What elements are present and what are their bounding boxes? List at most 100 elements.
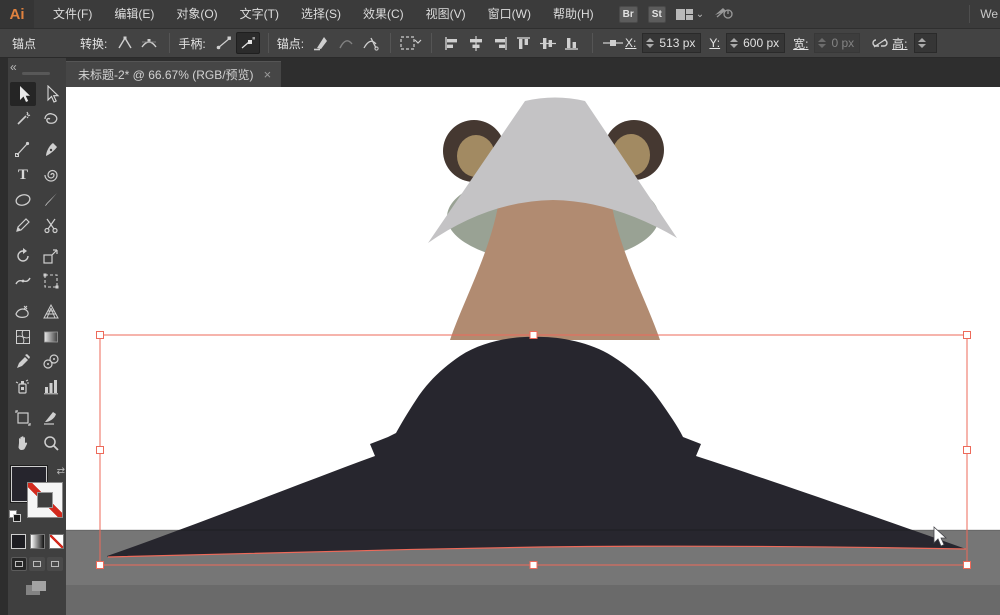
none-button[interactable] [49,534,64,549]
handle-mid-left[interactable] [97,447,104,454]
y-stepper[interactable] [730,38,738,48]
draw-inside-button[interactable] [47,557,63,571]
anchor-buttons-label: 锚点: [277,35,304,52]
draw-behind-button[interactable] [29,557,45,571]
x-stepper[interactable] [646,38,654,48]
free-transform-tool[interactable] [38,269,64,293]
hide-handles-button[interactable] [236,32,260,54]
y-input[interactable]: 600 px [726,33,785,53]
handle-mid-right[interactable] [964,447,971,454]
panel-grip[interactable] [22,72,50,75]
workspace-switcher-button[interactable]: ⌄ [676,9,704,20]
bridge-button[interactable]: Br [619,6,638,23]
align-middle-button[interactable] [536,32,560,54]
draw-normal-button[interactable] [11,557,27,571]
menu-window[interactable]: 窗口(W) [477,0,542,28]
direct-selection-arrow-icon [42,85,60,103]
menu-select[interactable]: 选择(S) [290,0,352,28]
stock-button[interactable]: St [648,6,666,23]
eyedropper-tool[interactable] [10,350,36,374]
x-label[interactable]: X: [625,36,636,50]
magic-wand-tool[interactable] [10,107,36,131]
bounding-box-menu-button[interactable] [399,32,423,54]
default-fill-stroke-icon[interactable] [9,510,21,522]
menu-effect[interactable]: 效果(C) [352,0,415,28]
align-left-button[interactable] [440,32,464,54]
cut-path-button[interactable] [358,32,382,54]
remove-anchor-button[interactable] [310,32,334,54]
workspace-name-label[interactable]: We [969,5,1000,23]
menu-help[interactable]: 帮助(H) [542,0,605,28]
align-right-button[interactable] [488,32,512,54]
gradient-button[interactable] [30,534,45,549]
shape-builder-tool[interactable] [10,300,36,324]
collapse-panel-icon[interactable]: « [10,60,17,74]
menu-items: 文件(F) 编辑(E) 对象(O) 文字(T) 选择(S) 效果(C) 视图(V… [42,0,605,28]
menu-file[interactable]: 文件(F) [42,0,103,28]
ellipse-tool[interactable] [10,188,36,212]
align-center-button[interactable] [464,32,488,54]
handle-bottom-left[interactable] [97,562,104,569]
column-graph-tool[interactable] [38,375,64,399]
handle-top-left[interactable] [97,332,104,339]
rotate-tool[interactable] [10,244,36,268]
handle-bottom-right[interactable] [964,562,971,569]
document-tab[interactable]: 未标题-2* @ 66.67% (RGB/预览) × [66,61,281,87]
selection-tool[interactable] [10,82,36,106]
convert-to-smooth-button[interactable] [137,32,161,54]
gradient-tool[interactable] [38,325,64,349]
align-bottom-button[interactable] [560,32,584,54]
handle-bottom-center[interactable] [530,562,537,569]
width-tool[interactable] [10,269,36,293]
line-segment-tool[interactable] [38,163,64,187]
swap-fill-stroke-icon[interactable]: ⇄ [57,466,65,477]
type-tool[interactable]: T [10,163,36,187]
hand-tool[interactable] [10,431,36,455]
scale-tool[interactable] [38,244,64,268]
menu-view[interactable]: 视图(V) [415,0,477,28]
perspective-grid-tool[interactable] [38,300,64,324]
artboard-tool[interactable] [10,406,36,430]
handle-top-right[interactable] [964,332,971,339]
symbol-sprayer-tool[interactable] [10,375,36,399]
lasso-tool[interactable] [38,107,64,131]
zoom-tool[interactable] [38,431,64,455]
direct-selection-tool[interactable] [38,82,64,106]
shape-builder-icon [14,303,32,321]
canvas[interactable] [66,87,1000,615]
y-label[interactable]: Y: [709,36,720,50]
menu-type[interactable]: 文字(T) [229,0,290,28]
spiral-icon [42,166,60,184]
mesh-tool[interactable] [10,325,36,349]
handle-top-center[interactable] [530,332,537,339]
x-input[interactable]: 513 px [642,33,701,53]
pencil-tool[interactable] [10,213,36,237]
curvature-tool[interactable] [10,138,36,162]
slice-tool[interactable] [38,406,64,430]
screen-mode-button[interactable] [26,581,48,597]
connect-path-button[interactable] [334,32,358,54]
height-label[interactable]: 高: [892,35,907,52]
stroke-color-swatch[interactable] [27,482,63,518]
panel-dock-edge [0,58,8,615]
menu-edit[interactable]: 编辑(E) [103,0,165,28]
constrain-proportions-icon[interactable] [868,32,892,54]
height-input[interactable] [914,33,937,53]
show-handles-button[interactable] [212,32,236,54]
hand-icon [14,434,32,452]
app-logo-icon[interactable]: Ai [0,0,34,28]
color-button[interactable] [11,534,26,549]
convert-to-corner-button[interactable] [113,32,137,54]
paintbrush-tool[interactable] [38,188,64,212]
scissors-tool[interactable] [38,213,64,237]
gpu-performance-icon[interactable] [714,6,734,23]
height-stepper[interactable] [918,38,926,48]
pen-tool[interactable] [38,138,64,162]
scissors-icon [42,216,60,234]
tab-close-icon[interactable]: × [264,67,272,82]
align-top-button[interactable] [512,32,536,54]
menu-object[interactable]: 对象(O) [165,0,228,28]
document-tab-title: 未标题-2* @ 66.67% (RGB/预览) [78,66,254,83]
blend-tool[interactable] [38,350,64,374]
width-label[interactable]: 宽: [793,35,808,52]
